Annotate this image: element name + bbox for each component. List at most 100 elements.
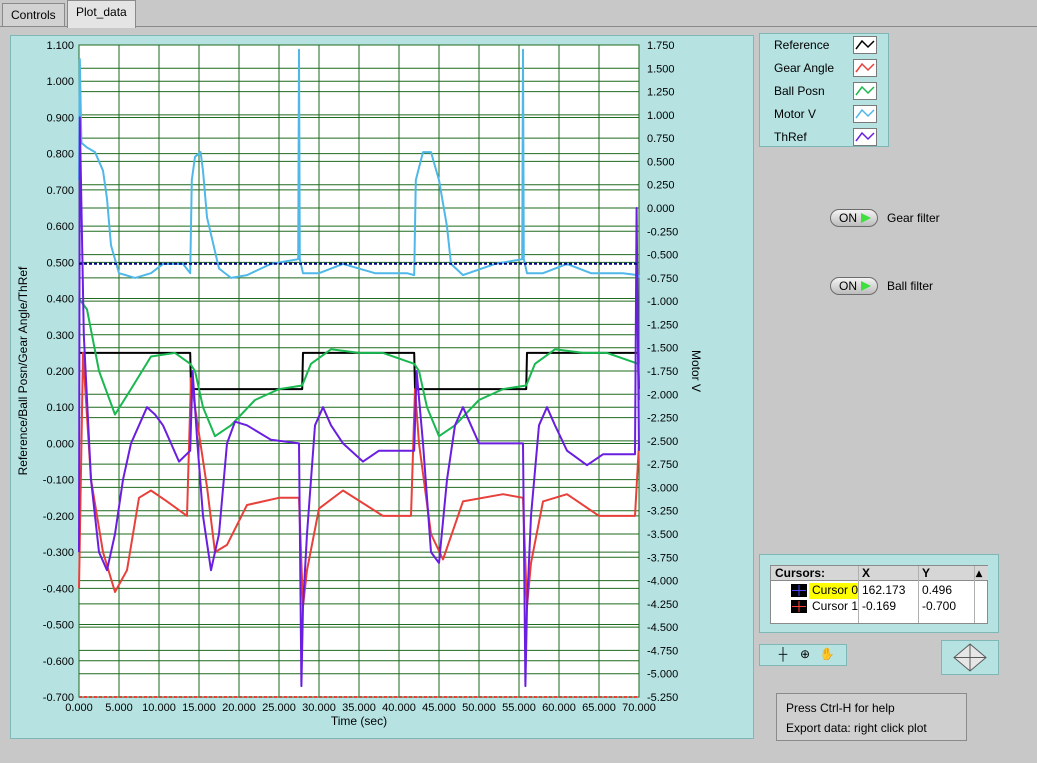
cursor-0-y[interactable]: 0.496 <box>919 583 952 599</box>
led-indicator-icon <box>861 213 871 223</box>
y-left-tick-label: -0.700 <box>43 692 74 704</box>
legend-swatch-icon[interactable] <box>853 36 877 54</box>
tab-controls[interactable]: Controls <box>2 3 65 27</box>
y-right-tick-label: -4.750 <box>647 645 678 657</box>
y-right-tick-label: 1.500 <box>647 63 675 75</box>
x-tick-label: 50.000 <box>462 702 496 714</box>
y-right-tick-label: -5.250 <box>647 692 678 704</box>
diamond-arrows-icon <box>953 643 987 672</box>
gear-filter-toggle[interactable]: ON <box>830 209 878 227</box>
y-left-tick-label: 0.600 <box>46 221 74 233</box>
cursor-1-y[interactable]: -0.700 <box>919 599 956 615</box>
y-right-tick-label: -1.750 <box>647 366 678 378</box>
waveform-graph[interactable]: 0.000 5.000 10.000 15.000 20.000 25.000 30.000… <box>11 36 755 740</box>
y-left-tick-label: -0.500 <box>43 620 74 632</box>
cursor-col-y: Y <box>918 566 974 581</box>
plot-legend[interactable]: Reference Gear Angle Ball Posn Motor V T… <box>759 33 889 147</box>
cursor-1-x[interactable]: -0.169 <box>859 599 896 615</box>
y-right-axis-label: Motor V <box>689 350 703 392</box>
legend-swatch-icon[interactable] <box>853 82 877 100</box>
help-line-1: Press Ctrl-H for help <box>786 701 895 715</box>
legend-swatch-icon[interactable] <box>853 59 877 77</box>
ball-filter-label: Ball filter <box>887 279 934 293</box>
y-left-axis-label: Reference/Ball Posn/Gear Angle/ThRef <box>16 266 30 475</box>
cursor-1-name[interactable]: Cursor 1 <box>809 599 858 615</box>
y-left-tick-label: 0.500 <box>46 257 74 269</box>
cursor-legend: Cursors: X Y ▴ Cursor 0 162.173 0.496 Cu… <box>759 554 999 633</box>
cursor-0-crosshair-icon[interactable] <box>791 584 807 597</box>
y-left-tick-label: -0.200 <box>43 511 74 523</box>
legend-item-motor-v[interactable]: Motor V <box>760 103 890 125</box>
cursor-table[interactable]: Cursors: X Y ▴ Cursor 0 162.173 0.496 Cu… <box>770 565 988 624</box>
y-right-tick-label: -4.250 <box>647 599 678 611</box>
y-right-tick-label: 0.750 <box>647 133 675 145</box>
y-left-tick-label: -0.300 <box>43 547 74 559</box>
y-right-tick-label: -3.500 <box>647 529 678 541</box>
y-right-tick-label: -2.500 <box>647 436 678 448</box>
y-right-tick-label: -0.750 <box>647 273 678 285</box>
x-tick-label: 5.000 <box>105 702 133 714</box>
help-line-2: Export data: right click plot <box>786 721 927 735</box>
divider <box>974 566 975 623</box>
legend-item-reference[interactable]: Reference <box>760 34 890 56</box>
y-left-tick-label: 0.800 <box>46 149 74 161</box>
cursor-0-name[interactable]: Cursor 0 <box>809 583 859 599</box>
x-tick-label: 40.000 <box>382 702 416 714</box>
x-tick-label: 65.000 <box>582 702 616 714</box>
y-right-tick-label: -4.500 <box>647 622 678 634</box>
x-tick-label: 55.000 <box>502 702 536 714</box>
cursor-0-x[interactable]: 162.173 <box>859 583 905 599</box>
y-left-tick-label: -0.600 <box>43 656 74 668</box>
y-right-tick-label: 0.500 <box>647 156 675 168</box>
y-left-tick-label: 0.000 <box>46 438 74 450</box>
pan-hand-icon[interactable]: ✋ <box>816 647 838 663</box>
y-right-tick-label: 1.000 <box>647 110 675 122</box>
y-left-tick-label: 0.200 <box>46 366 74 378</box>
x-tick-label: 25.000 <box>262 702 296 714</box>
legend-item-thref[interactable]: ThRef <box>760 126 890 148</box>
toggle-state-text: ON <box>839 279 857 293</box>
y-right-tick-label: -1.500 <box>647 343 678 355</box>
y-right-tick-label: -4.000 <box>647 576 678 588</box>
legend-swatch-icon[interactable] <box>853 105 877 123</box>
gear-filter-label: Gear filter <box>887 211 940 225</box>
x-tick-label: 45.000 <box>422 702 456 714</box>
y-right-tick-label: -0.250 <box>647 226 678 238</box>
y-right-tick-label: 0.000 <box>647 203 675 215</box>
y-left-tick-label: 0.300 <box>46 330 74 342</box>
ball-filter-toggle[interactable]: ON <box>830 277 878 295</box>
legend-label: Reference <box>774 38 830 52</box>
tab-bar: Controls Plot_data <box>0 0 1037 28</box>
legend-item-gear-angle[interactable]: Gear Angle <box>760 57 890 79</box>
legend-item-ball-posn[interactable]: Ball Posn <box>760 80 890 102</box>
y-left-tick-label: 0.100 <box>46 402 74 414</box>
y-right-tick-label: -0.500 <box>647 250 678 262</box>
legend-swatch-icon[interactable] <box>853 128 877 146</box>
tab-plot-data[interactable]: Plot_data <box>67 0 136 28</box>
y-right-tick-label: -3.750 <box>647 552 678 564</box>
x-tick-label: 15.000 <box>182 702 216 714</box>
legend-label: Gear Angle <box>774 61 835 75</box>
led-indicator-icon <box>861 281 871 291</box>
legend-label: Ball Posn <box>774 84 825 98</box>
y-right-tick-label: -3.250 <box>647 506 678 518</box>
waveform-graph-frame: 0.000 5.000 10.000 15.000 20.000 25.000 30.000… <box>10 35 754 739</box>
y-left-tick-label: 0.700 <box>46 185 74 197</box>
zoom-tool-icon[interactable]: ⊕ <box>794 647 816 663</box>
y-left-tick-label: 0.400 <box>46 294 74 306</box>
y-right-tick-label: -1.000 <box>647 296 678 308</box>
x-axis-label: Time (sec) <box>331 714 387 728</box>
y-left-tick-label: -0.400 <box>43 583 74 595</box>
cursor-1-crosshair-icon[interactable] <box>791 600 807 613</box>
cursor-tool-icon[interactable]: ┼ <box>772 647 794 663</box>
cursor-move-pad[interactable] <box>941 640 999 675</box>
x-tick-label: 60.000 <box>542 702 576 714</box>
legend-label: Motor V <box>774 107 817 121</box>
y-left-tick-label: 1.100 <box>46 40 74 52</box>
y-right-tick-label: 1.250 <box>647 87 675 99</box>
x-tick-label: 30.000 <box>302 702 336 714</box>
y-right-tick-label: -2.750 <box>647 459 678 471</box>
x-tick-label: 20.000 <box>222 702 256 714</box>
y-left-tick-label: 1.000 <box>46 76 74 88</box>
scroll-up-icon[interactable]: ▴ <box>974 566 988 581</box>
